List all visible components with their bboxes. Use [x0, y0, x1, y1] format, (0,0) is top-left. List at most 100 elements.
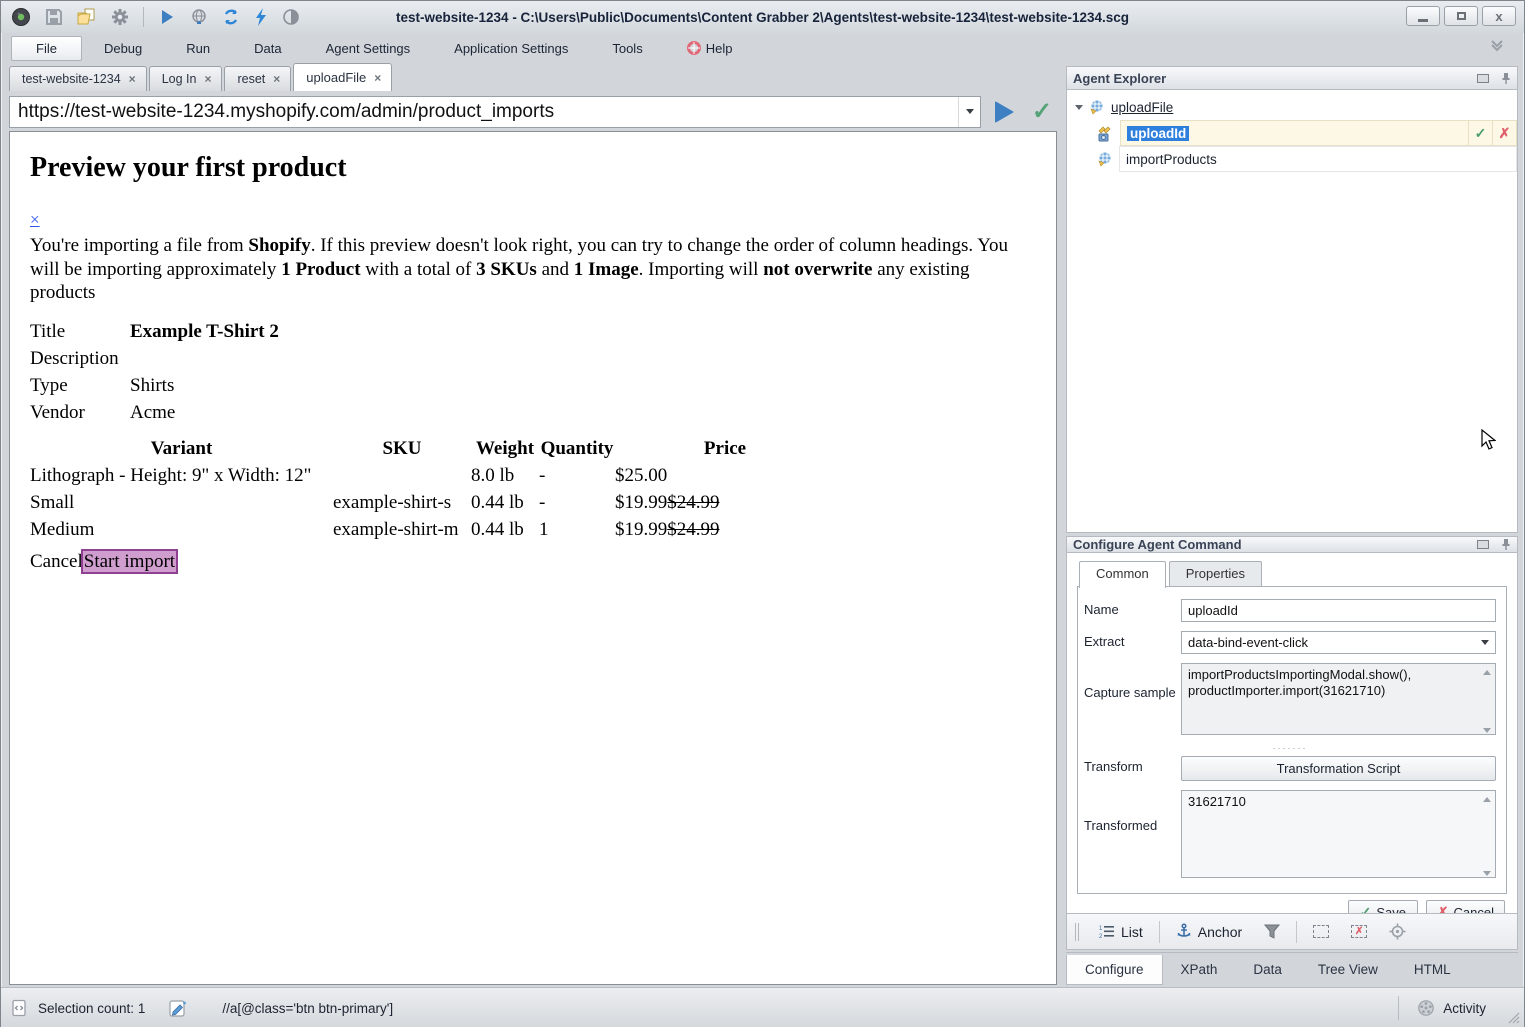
name-input[interactable] — [1181, 599, 1496, 622]
close-button[interactable]: x — [1482, 6, 1516, 26]
menu-file[interactable]: File — [11, 36, 82, 61]
tab-xpath[interactable]: XPath — [1163, 955, 1236, 985]
mouse-cursor — [1481, 429, 1496, 451]
maximize-button[interactable] — [1444, 6, 1478, 26]
col-header-sku: SKU — [333, 435, 471, 462]
ribbon-collapse-icon[interactable] — [1488, 39, 1506, 53]
scroll-up-icon[interactable] — [1483, 670, 1491, 675]
tab-common[interactable]: Common — [1079, 561, 1166, 588]
name-field-row: Name — [1084, 599, 1496, 622]
activity-label[interactable]: Activity — [1443, 1001, 1486, 1016]
price-cell: $25.00 — [615, 462, 835, 489]
col-header-price: Price — [615, 435, 835, 462]
selected-tree-row[interactable]: uploadId ✓ ✗ — [1120, 120, 1517, 146]
menu-run[interactable]: Run — [164, 36, 232, 61]
toolbar-separator — [143, 7, 144, 27]
capture-command-icon — [1097, 125, 1114, 142]
float-panel-icon[interactable] — [1477, 74, 1489, 83]
tab-close-icon[interactable]: × — [273, 73, 280, 85]
menu-agent-settings[interactable]: Agent Settings — [304, 36, 433, 61]
tab-close-icon[interactable]: × — [374, 72, 381, 84]
float-panel-icon[interactable] — [1477, 540, 1489, 549]
tree-row[interactable]: importProducts — [1119, 146, 1517, 172]
side-panels: Agent Explorer uploadFile uploadId ✓ ✗ — [1066, 66, 1518, 985]
app-window: test-website-1234 - C:\Users\Public\Docu… — [0, 0, 1525, 1027]
scroll-down-icon[interactable] — [1483, 871, 1491, 876]
name-label: Name — [1084, 599, 1181, 617]
quantity-cell: - — [539, 489, 615, 516]
confirm-button[interactable]: ✓ — [1027, 97, 1057, 127]
tree-node-uploadfile[interactable]: uploadFile — [1067, 94, 1517, 120]
tab-reset[interactable]: reset× — [224, 66, 291, 91]
tree-node-label[interactable]: importProducts — [1126, 152, 1217, 167]
tab-html[interactable]: HTML — [1396, 955, 1469, 985]
capture-sample-textarea[interactable]: importProductsImportingModal.show(), pro… — [1181, 663, 1496, 735]
url-dropdown-button[interactable] — [958, 97, 980, 127]
web-page-view: Preview your first product × You're impo… — [9, 131, 1057, 985]
accept-command-button[interactable]: ✓ — [1468, 121, 1492, 145]
edit-xpath-icon[interactable] — [169, 999, 188, 1018]
start-import-link[interactable]: Start import — [83, 551, 176, 572]
cancel-link[interactable]: Cancel — [30, 551, 83, 572]
filter-funnel-icon — [1264, 924, 1280, 939]
agent-command-icon — [1089, 99, 1105, 115]
splitter-handle[interactable]: ······· — [1084, 745, 1496, 751]
tree-node-uploadid[interactable]: uploadId ✓ ✗ — [1067, 120, 1517, 146]
save-icon[interactable] — [45, 8, 63, 26]
resize-grip[interactable] — [1506, 1010, 1520, 1024]
menu-help[interactable]: Help — [665, 36, 755, 61]
filter-button[interactable] — [1258, 921, 1286, 942]
refresh-icon[interactable] — [222, 8, 240, 26]
list-button[interactable]: 12 List — [1093, 921, 1149, 943]
tab-test-website-1234[interactable]: test-website-1234× — [9, 66, 147, 91]
configure-panel-header: Configure Agent Command — [1066, 536, 1518, 553]
run-play-icon[interactable] — [158, 8, 176, 26]
transformed-textarea[interactable]: 31621710 — [1181, 790, 1496, 878]
pin-icon[interactable] — [1501, 72, 1511, 85]
capture-sample-label: Capture sample — [1084, 663, 1181, 700]
tab-log-in[interactable]: Log In× — [149, 66, 223, 91]
minimize-button[interactable] — [1406, 6, 1440, 26]
tab-data[interactable]: Data — [1235, 955, 1300, 985]
clear-selection-button[interactable]: ✗ — [1345, 922, 1373, 941]
product-details: TitleExample T-Shirt 2 Description TypeS… — [30, 318, 1036, 426]
toolbar-grip[interactable] — [1075, 923, 1079, 941]
open-agent-icon[interactable] — [77, 8, 97, 26]
transformed-row: Transformed 31621710 — [1084, 790, 1496, 883]
tree-node-label[interactable]: uploadFile — [1111, 100, 1173, 115]
navigate-button[interactable] — [989, 97, 1019, 127]
url-input[interactable] — [10, 97, 958, 127]
extract-select[interactable]: data-bind-event-click — [1181, 631, 1496, 654]
tab-tree-view[interactable]: Tree View — [1300, 955, 1396, 985]
select-region-button[interactable] — [1307, 922, 1335, 941]
anchor-button[interactable]: Anchor — [1170, 920, 1248, 943]
tab-configure[interactable]: Configure — [1066, 955, 1163, 985]
activity-reel-icon — [1417, 999, 1435, 1017]
menu-application-settings[interactable]: Application Settings — [432, 36, 590, 61]
tree-expand-icon[interactable] — [1075, 105, 1083, 110]
debug-lightning-icon[interactable] — [254, 8, 268, 26]
scroll-down-icon[interactable] — [1483, 728, 1491, 733]
delete-command-button[interactable]: ✗ — [1492, 121, 1516, 145]
menu-data[interactable]: Data — [232, 36, 303, 61]
contrast-icon[interactable] — [282, 8, 300, 26]
locate-button[interactable] — [1383, 920, 1412, 943]
tab-close-icon[interactable]: × — [129, 73, 136, 85]
col-header-weight: Weight — [471, 435, 539, 462]
tree-node-importproducts[interactable]: importProducts — [1067, 146, 1517, 172]
svg-text:1: 1 — [1099, 926, 1103, 932]
settings-gear-icon[interactable] — [111, 8, 129, 26]
tab-uploadfile[interactable]: uploadFile× — [293, 63, 392, 91]
dismiss-link[interactable]: × — [30, 210, 40, 230]
tab-properties[interactable]: Properties — [1169, 561, 1262, 587]
tab-close-icon[interactable]: × — [204, 73, 211, 85]
tree-node-label[interactable]: uploadId — [1127, 126, 1189, 141]
selection-xpath-text: //a[@class='btn btn-primary'] — [222, 1001, 393, 1016]
address-bar-row: ✓ — [9, 91, 1057, 129]
pin-icon[interactable] — [1501, 538, 1511, 551]
browser-globe-icon[interactable] — [190, 8, 208, 26]
scroll-up-icon[interactable] — [1483, 797, 1491, 802]
menu-debug[interactable]: Debug — [82, 36, 164, 61]
menu-tools[interactable]: Tools — [590, 36, 664, 61]
transformation-script-button[interactable]: Transformation Script — [1181, 756, 1496, 781]
